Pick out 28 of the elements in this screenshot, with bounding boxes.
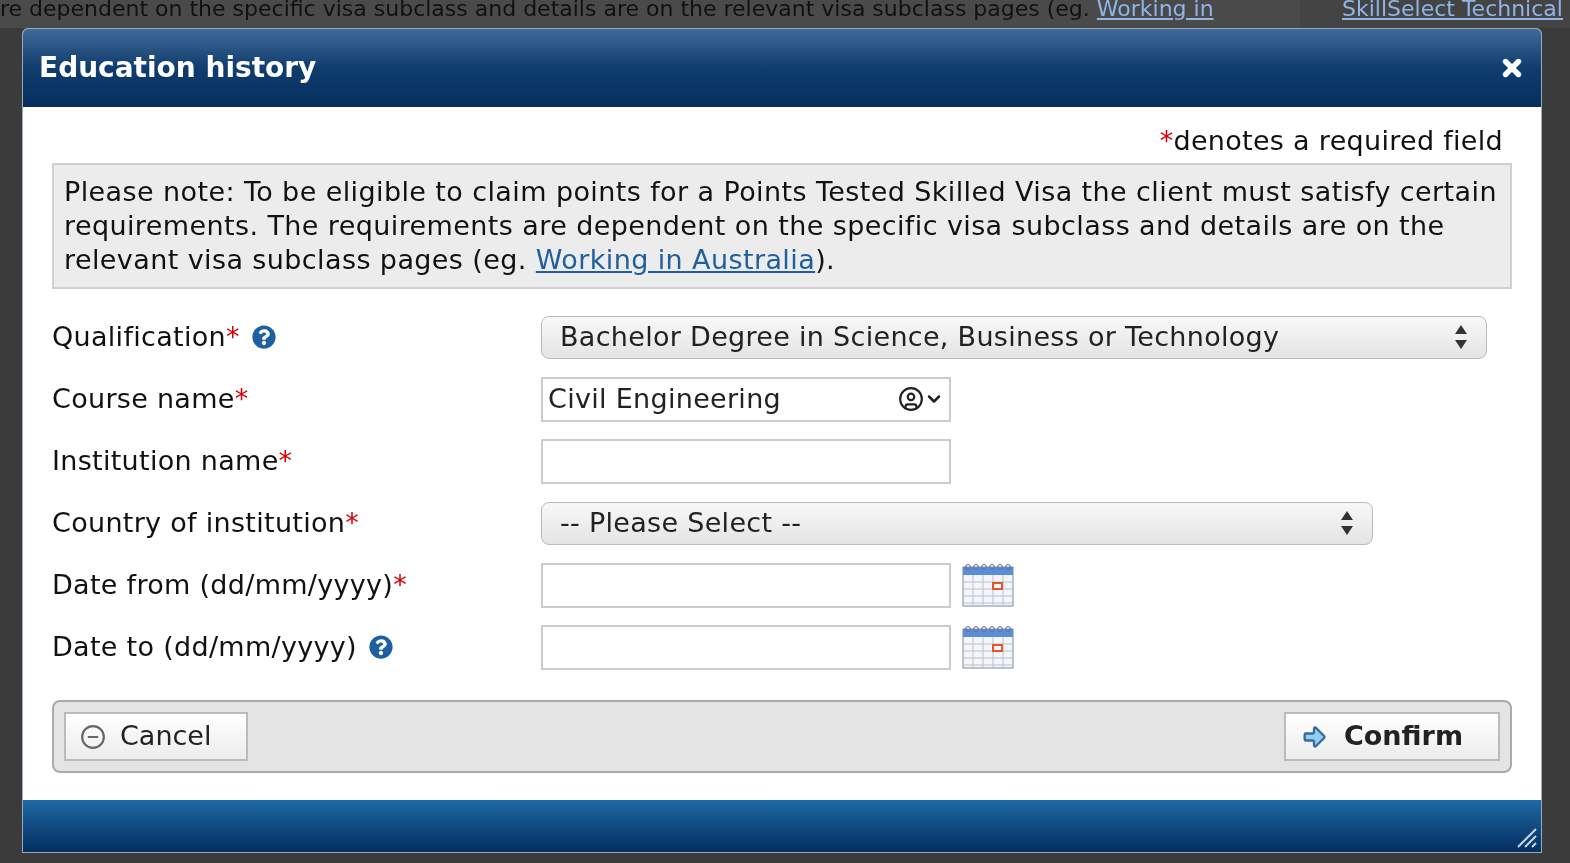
select-field[interactable]: -- Please Select --	[541, 501, 1373, 545]
calendar-icon[interactable]	[962, 625, 1014, 669]
select-arrows-icon	[1454, 323, 1468, 351]
field-label: Course name*	[52, 381, 249, 416]
cancel-button[interactable]: Cancel	[64, 712, 248, 761]
calendar-icon[interactable]	[962, 563, 1014, 607]
notice-text: Please note: To be eligible to claim points for a Points Tested Skilled Visa the client must satisfy certain requirements. The requirements are dependent on the specific visa subclass and details are on the relevant visa subclass pages (eg. Working in Australia).	[64, 176, 1497, 275]
field-label: Country of institution*	[52, 505, 360, 540]
help-icon[interactable]	[251, 325, 276, 349]
select-field[interactable]: Bachelor Degree in Science, Business or Technology	[541, 315, 1487, 359]
page-link[interactable]: Working in	[1096, 0, 1214, 21]
text-field[interactable]: Civil Engineering	[541, 376, 951, 422]
select-arrows-icon	[1340, 509, 1354, 537]
confirm-button[interactable]: Confirm	[1284, 712, 1500, 761]
required-note: *denotes a required field	[1159, 124, 1503, 158]
field-label: Date from (dd/mm/yyyy)*	[52, 567, 407, 602]
dialog-title: Education history	[39, 50, 317, 86]
minus-circle-icon	[80, 723, 106, 750]
field-label: Date to (dd/mm/yyyy)	[52, 629, 357, 664]
help-icon[interactable]	[368, 635, 393, 659]
text-field[interactable]	[541, 438, 951, 484]
resize-grip-icon[interactable]	[1515, 826, 1537, 848]
field-label: Qualification*	[52, 319, 240, 354]
page-text: re dependent on the specific visa subclass and details are on the relevant visa subclass pages (eg. Working in	[0, 0, 1214, 21]
notice-link[interactable]: Working in Australia	[535, 244, 816, 275]
text-field[interactable]	[541, 562, 951, 608]
field-label: Institution name*	[52, 443, 293, 478]
text-field[interactable]	[541, 624, 951, 670]
